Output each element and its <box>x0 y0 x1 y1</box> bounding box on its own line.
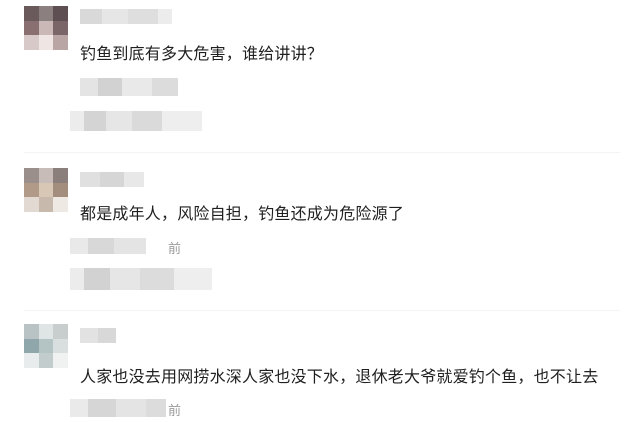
avatar[interactable] <box>24 324 68 368</box>
username-blurred[interactable] <box>80 328 116 343</box>
comment-actions-blurred[interactable] <box>70 268 212 290</box>
comment-divider <box>24 152 620 153</box>
comment-meta-blurred <box>70 238 146 254</box>
comment-divider <box>24 310 620 311</box>
username-blurred[interactable] <box>80 172 144 187</box>
comment-time-suffix: 前 <box>168 404 182 419</box>
comment-text: 钓鱼到底有多大危害，谁给讲讲？ <box>80 44 324 63</box>
avatar[interactable] <box>24 168 68 212</box>
comment-time-suffix: 前 <box>168 242 182 257</box>
comment-text: 都是成年人，风险自担，钓鱼还成为危险源了 <box>80 204 405 223</box>
comment-meta-blurred <box>80 78 178 96</box>
username-blurred[interactable] <box>80 9 172 24</box>
comment-actions-blurred[interactable] <box>70 111 202 131</box>
comment-text: 人家也没去用网捞水深人家也没下水，退休老大爷就爱钓个鱼，也不让去 <box>80 367 599 386</box>
avatar[interactable] <box>24 6 68 50</box>
comment-meta-blurred <box>70 399 166 417</box>
